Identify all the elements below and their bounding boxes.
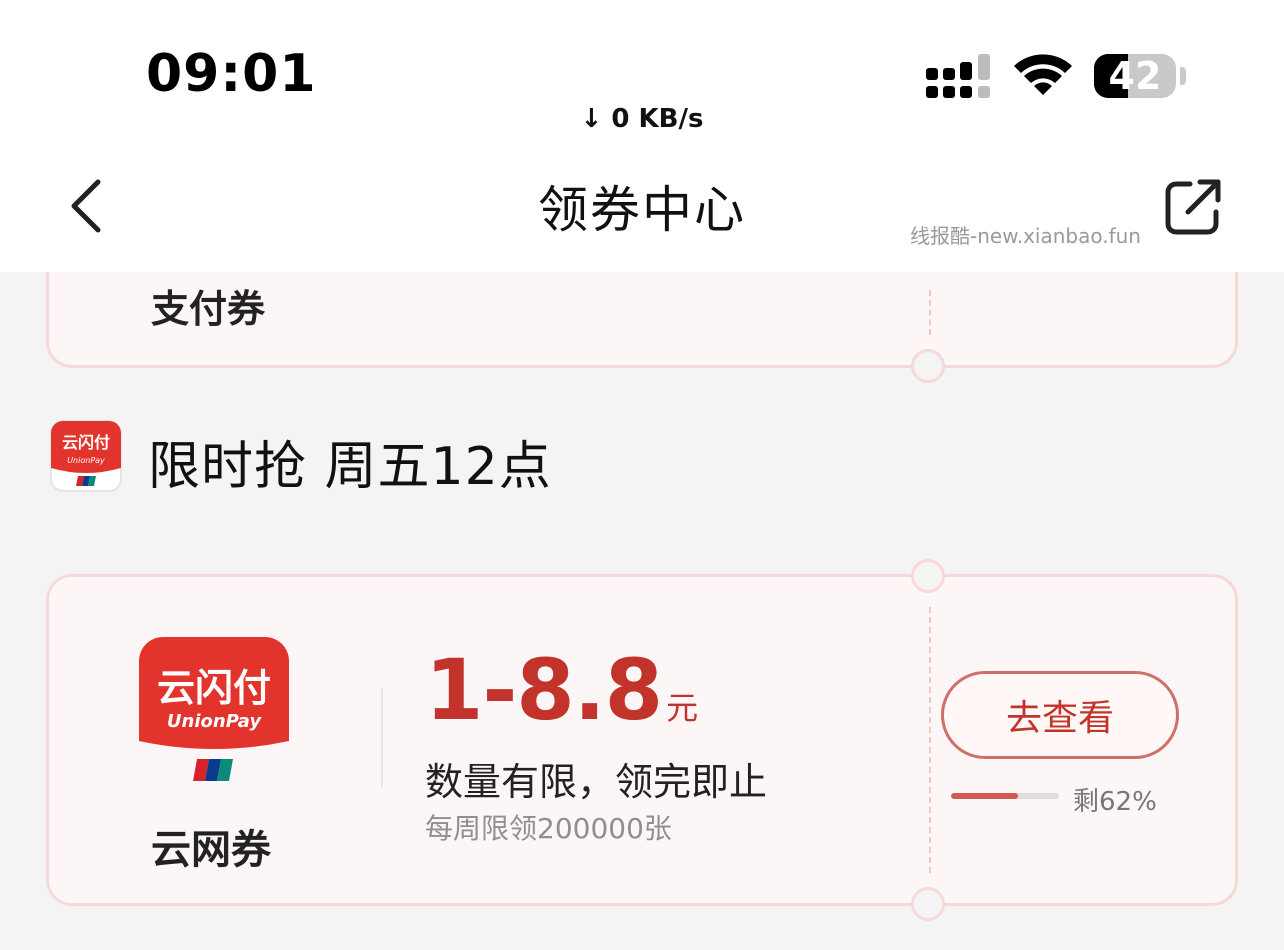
coupon-name: 云网券 (151, 827, 271, 873)
view-coupon-button[interactable]: 去查看 (941, 671, 1179, 759)
coupon-description: 数量有限，领完即止 (425, 760, 768, 804)
network-speed: ↓ 0 KB/s (580, 104, 704, 134)
coupon-notch (911, 559, 945, 593)
amount-unit: 元 (666, 689, 699, 727)
coupon-name: 支付券 (151, 287, 266, 331)
share-icon[interactable] (1164, 178, 1224, 236)
coupon-divider (929, 607, 931, 873)
svg-text:云闪付: 云闪付 (157, 666, 271, 710)
watermark-text: 线报酷-new.xianbao.fun (910, 224, 1141, 248)
page-title: 领券中心 (538, 181, 746, 239)
coupon-amount: 1-8.8 元 (425, 641, 698, 739)
status-time: 09:01 (146, 44, 317, 104)
svg-text:UnionPay: UnionPay (67, 456, 105, 465)
unionpay-logo-icon: 云闪付 UnionPay (50, 420, 122, 492)
battery-tip (1180, 67, 1186, 85)
signal-icon (926, 54, 990, 98)
chevron-left-icon[interactable] (64, 176, 112, 236)
coupon-limit: 每周限领200000张 (425, 812, 672, 845)
wifi-icon (1014, 54, 1072, 95)
svg-text:云闪付: 云闪付 (62, 433, 110, 452)
remaining-progress-fill (951, 793, 1018, 799)
section-title: 限时抢 周五12点 (148, 437, 552, 497)
unionpay-logo-icon: 云闪付 UnionPay (139, 637, 289, 781)
battery-level: 42 (1108, 54, 1162, 98)
coupon-notch (911, 349, 945, 383)
coupon-notch (911, 887, 945, 921)
coupon-card[interactable]: 云闪付 UnionPay 云网券 1-8.8 元 数量有限，领完即止 每周限领20… (46, 559, 1238, 921)
amount-value: 1-8.8 (425, 641, 663, 739)
battery-icon: 42 (1094, 54, 1176, 98)
remaining-progress-bar (951, 793, 1059, 799)
column-separator (381, 687, 383, 787)
remaining-label: 剩62% (1073, 787, 1157, 817)
svg-text:UnionPay: UnionPay (167, 711, 262, 732)
coupon-divider (929, 290, 931, 335)
